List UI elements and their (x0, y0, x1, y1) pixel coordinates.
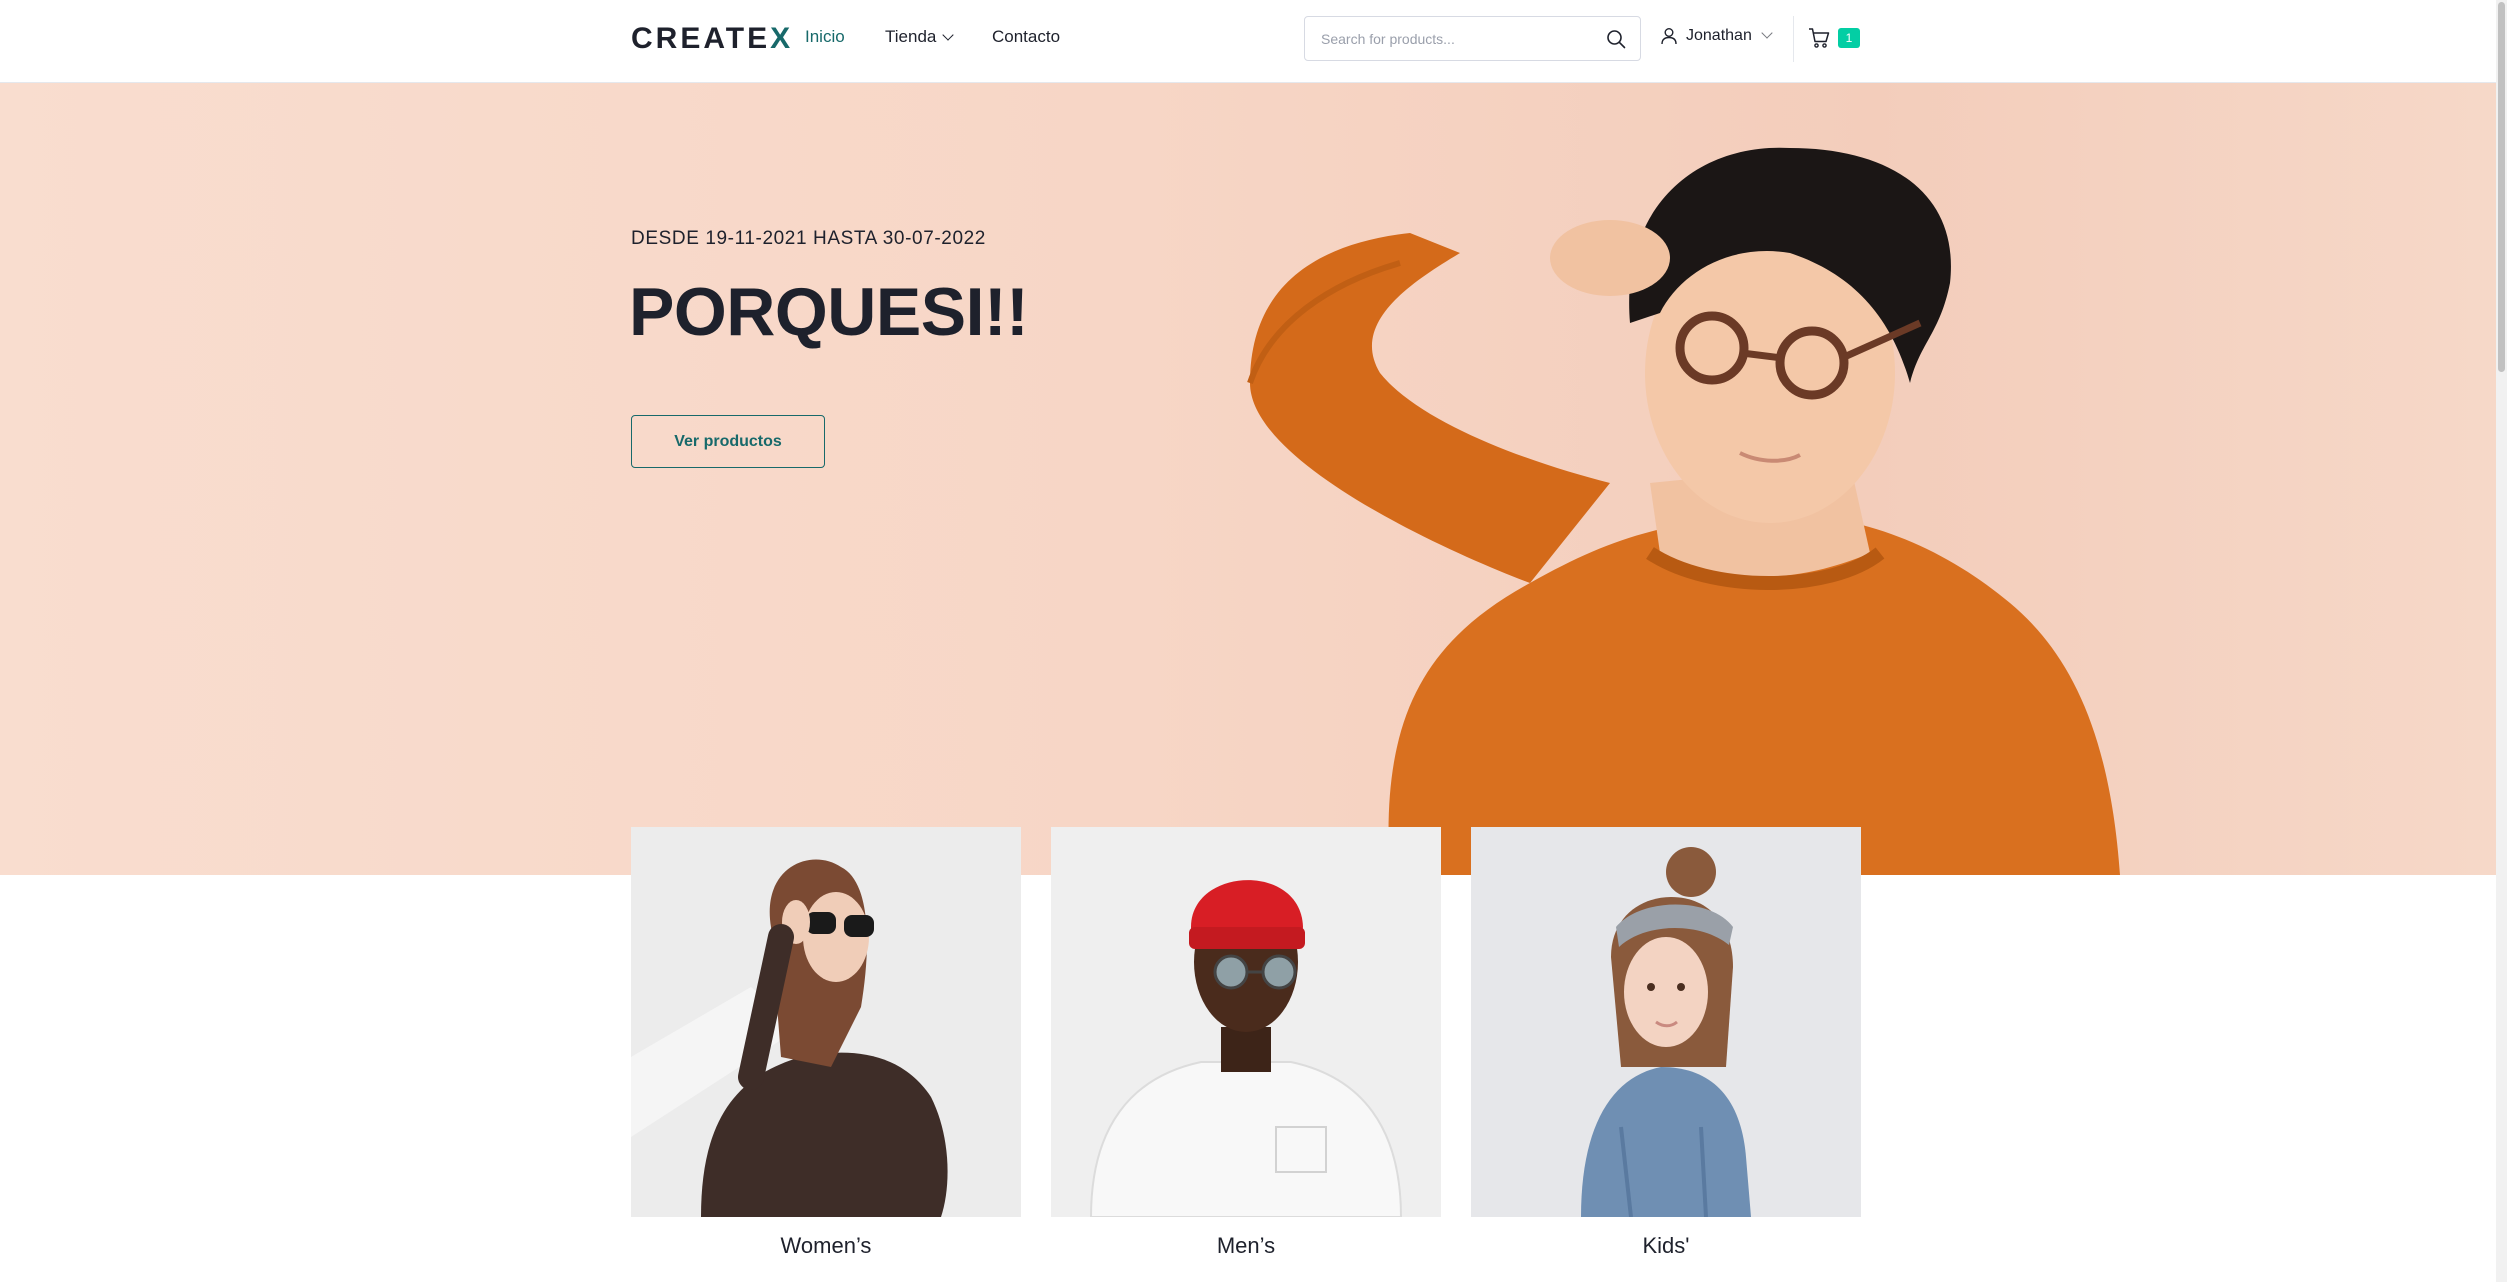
logo-accent: X (770, 22, 794, 55)
page-scrollbar[interactable] (2496, 0, 2507, 1282)
scrollbar-thumb[interactable] (2498, 2, 2505, 372)
header-divider (1793, 16, 1794, 62)
category-men-image (1051, 827, 1441, 1217)
logo-text: CREATE (631, 22, 771, 55)
nav-shop-label: Tienda (885, 27, 937, 46)
category-card-men[interactable]: Men’s (1051, 827, 1441, 1259)
user-menu[interactable]: Jonathan (1660, 24, 1773, 48)
nav-home[interactable]: Inicio (805, 27, 845, 47)
category-kids-image (1471, 827, 1861, 1217)
category-men-label[interactable]: Men’s (1051, 1233, 1441, 1259)
nav-shop[interactable]: Tienda (885, 27, 955, 47)
search-box (1304, 16, 1641, 61)
search-input[interactable] (1305, 17, 1595, 60)
site-header: CREATEX Inicio Tienda Contacto Jonathan … (0, 0, 2496, 83)
view-products-button[interactable]: Ver productos (631, 415, 825, 468)
hero-title: PORQUESI!! (629, 274, 1029, 350)
category-women-label[interactable]: Women’s (631, 1233, 1021, 1259)
category-card-kids[interactable]: Kids' (1471, 827, 1861, 1259)
chevron-down-icon (942, 29, 955, 41)
hero-dates: DESDE 19-11-2021 HASTA 30-07-2022 (631, 228, 986, 249)
user-icon (1661, 28, 1677, 45)
logo[interactable]: CREATEX (631, 22, 793, 56)
chevron-down-icon (1761, 27, 1773, 39)
category-kids-label[interactable]: Kids' (1471, 1233, 1861, 1259)
hero-model-image (1247, 147, 2120, 875)
user-name: Jonathan (1686, 27, 1752, 44)
category-card-women[interactable]: Women’s (631, 827, 1021, 1259)
category-women-image (631, 827, 1021, 1217)
cart-count-badge: 1 (1838, 28, 1860, 48)
cart-icon[interactable] (1808, 27, 1830, 49)
hero-banner: DESDE 19-11-2021 HASTA 30-07-2022 PORQUE… (0, 83, 2496, 875)
nav-contact[interactable]: Contacto (992, 27, 1060, 47)
search-icon[interactable] (1606, 29, 1626, 49)
